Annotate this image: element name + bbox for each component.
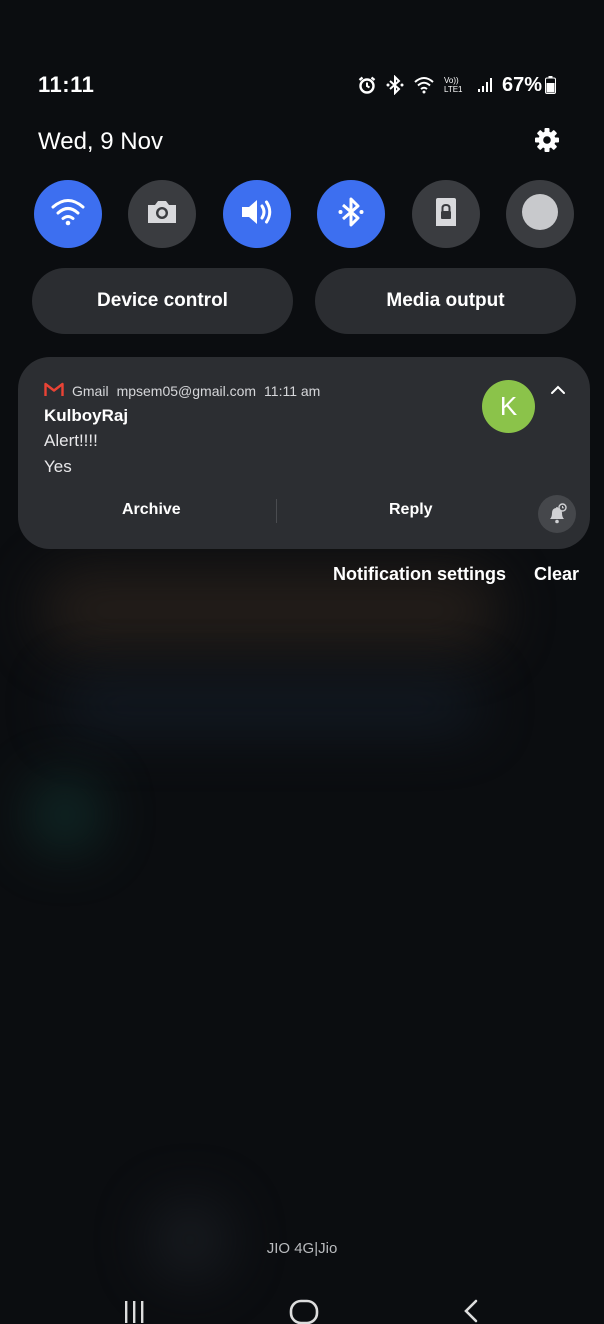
quick-toggles — [34, 180, 574, 250]
notification-links: Notification settings Clear — [333, 564, 579, 585]
notification-settings-button[interactable]: Notification settings — [333, 564, 506, 585]
sound-toggle[interactable] — [222, 180, 291, 248]
navigation-bar — [0, 1296, 604, 1324]
media-output-button[interactable]: Media output — [315, 268, 576, 334]
device-control-button[interactable]: Device control — [32, 268, 293, 334]
archive-button[interactable]: Archive — [122, 501, 181, 519]
battery-percent: 67% — [501, 73, 542, 96]
avatar: K — [482, 380, 535, 433]
lock-icon — [433, 196, 459, 233]
wifi-icon — [413, 76, 435, 94]
snooze-bell-icon[interactable] — [538, 495, 576, 533]
control-pills: Device control Media output — [32, 268, 576, 334]
gear-icon[interactable] — [534, 127, 560, 158]
account-email: mpsem05@gmail.com — [116, 382, 257, 399]
camera-toggle[interactable] — [128, 180, 197, 248]
volte-icon: Vo)) LTE1 — [443, 76, 463, 94]
email-body: Yes — [44, 457, 72, 476]
bluetooth-icon — [337, 195, 365, 234]
wifi-toggle[interactable] — [34, 180, 102, 248]
date-row: Wed, 9 Nov — [38, 126, 560, 158]
background-blur — [30, 780, 100, 850]
clock: 11:11 — [38, 72, 95, 97]
status-bar: 11:11 Vo)) LTE1 67% — [38, 70, 556, 100]
home-button[interactable] — [288, 1298, 320, 1324]
carrier-label: JIO 4G|Jio — [266, 1240, 338, 1257]
notification-actions: Archive Reply — [18, 495, 590, 533]
notification-time: 11:11 am — [264, 382, 321, 399]
alarm-icon — [357, 75, 377, 95]
background-blur — [60, 680, 480, 730]
gmail-icon — [44, 381, 64, 400]
wifi-icon — [50, 197, 86, 232]
status-icons: Vo)) LTE1 67% — [357, 74, 556, 97]
notification-header: Gmail mpsem05@gmail.com 11:11 am — [44, 381, 320, 400]
camera-icon — [145, 198, 179, 231]
secure-folder-toggle[interactable] — [411, 180, 480, 248]
battery-icon — [545, 76, 556, 94]
volume-icon — [238, 196, 276, 233]
clear-button[interactable]: Clear — [534, 564, 579, 585]
reply-button[interactable]: Reply — [389, 501, 433, 519]
gmail-notification-card[interactable]: Gmail mpsem05@gmail.com 11:11 am KulboyR… — [18, 357, 590, 549]
sender-name: KulboyRaj — [44, 406, 129, 425]
app-name: Gmail — [72, 382, 109, 399]
chevron-up-icon[interactable] — [548, 383, 568, 402]
date-label: Wed, 9 Nov — [38, 128, 163, 155]
email-subject: Alert!!!! — [44, 431, 98, 450]
circle-icon — [520, 192, 560, 237]
back-button[interactable] — [460, 1298, 484, 1324]
recents-button[interactable] — [120, 1298, 148, 1324]
signal-icon — [477, 77, 493, 93]
bluetooth-toggle[interactable] — [317, 180, 386, 248]
extra-toggle[interactable] — [505, 180, 574, 248]
bluetooth-icon — [386, 75, 404, 95]
divider — [276, 499, 277, 523]
